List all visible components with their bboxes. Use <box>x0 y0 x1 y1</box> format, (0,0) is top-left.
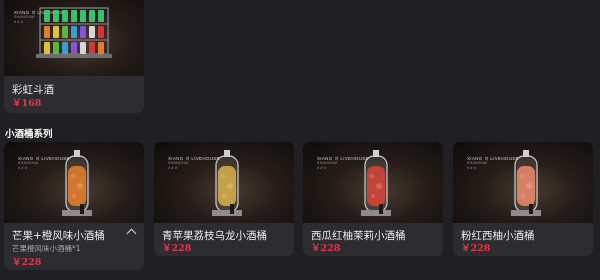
section-title: 小酒桶系列 <box>5 129 53 140</box>
drink-tower-illustration <box>511 150 541 216</box>
product-price: ￥228 <box>461 243 491 254</box>
product-price: ￥228 <box>12 257 42 268</box>
shot-glass <box>71 26 77 38</box>
product-image: XIANG 〣 LIVEHOUSE SHANGHAI # # # <box>4 142 144 223</box>
shot-glass <box>80 26 86 38</box>
shot-rack-illustration <box>36 7 112 58</box>
shot-glass <box>80 42 86 54</box>
shot-glass <box>44 42 50 54</box>
product-card[interactable]: XIANG 〣 LIVEHOUSE SHANGHAI # # # 芒果+橙风味小… <box>4 142 144 270</box>
shot-glass <box>71 42 77 54</box>
shot-glass <box>44 26 50 38</box>
product-price: ￥228 <box>311 243 341 254</box>
product-card-rainbow[interactable]: XIANG 〣 LIVEHOUSE SHANGHAI # # # 彩虹斗酒 ￥1… <box>4 0 144 113</box>
drink-tower-illustration <box>212 150 242 216</box>
product-card[interactable]: XIANG 〣 LIVEHOUSE SHANGHAI # # # 西瓜红柚茉莉小… <box>303 142 443 256</box>
shot-glass <box>53 26 59 38</box>
shot-glass <box>98 10 104 22</box>
product-image: XIANG 〣 LIVEHOUSE SHANGHAI # # # <box>453 142 593 223</box>
shot-glass <box>44 10 50 22</box>
product-price: ￥228 <box>162 243 192 254</box>
shot-glass <box>62 42 68 54</box>
shot-glass <box>53 10 59 22</box>
chevron-up-icon[interactable] <box>126 228 137 239</box>
drink-tower-illustration <box>62 150 92 216</box>
product-image: XIANG 〣 LIVEHOUSE SHANGHAI # # # <box>154 142 294 223</box>
product-image-rainbow: XIANG 〣 LIVEHOUSE SHANGHAI # # # <box>4 0 144 76</box>
product-title: 芒果+橙风味小酒桶 <box>12 230 105 242</box>
shot-glass <box>62 26 68 38</box>
product-card[interactable]: XIANG 〣 LIVEHOUSE SHANGHAI # # # 青苹果荔枝乌龙… <box>154 142 294 256</box>
shot-glass <box>53 42 59 54</box>
shot-glass <box>62 10 68 22</box>
product-image: XIANG 〣 LIVEHOUSE SHANGHAI # # # <box>303 142 443 223</box>
shot-glass <box>98 26 104 38</box>
shot-glass <box>89 42 95 54</box>
product-card[interactable]: XIANG 〣 LIVEHOUSE SHANGHAI # # # 粉红西柚小酒桶 <box>453 142 593 256</box>
shot-glass <box>89 26 95 38</box>
shot-glass <box>80 10 86 22</box>
product-desc: 芒果橙风味小酒桶*1 <box>12 244 81 253</box>
shot-glass <box>71 10 77 22</box>
shot-glass <box>98 42 104 54</box>
product-price: ￥168 <box>12 98 42 109</box>
shot-glass <box>89 10 95 22</box>
drink-tower-illustration <box>361 150 391 216</box>
